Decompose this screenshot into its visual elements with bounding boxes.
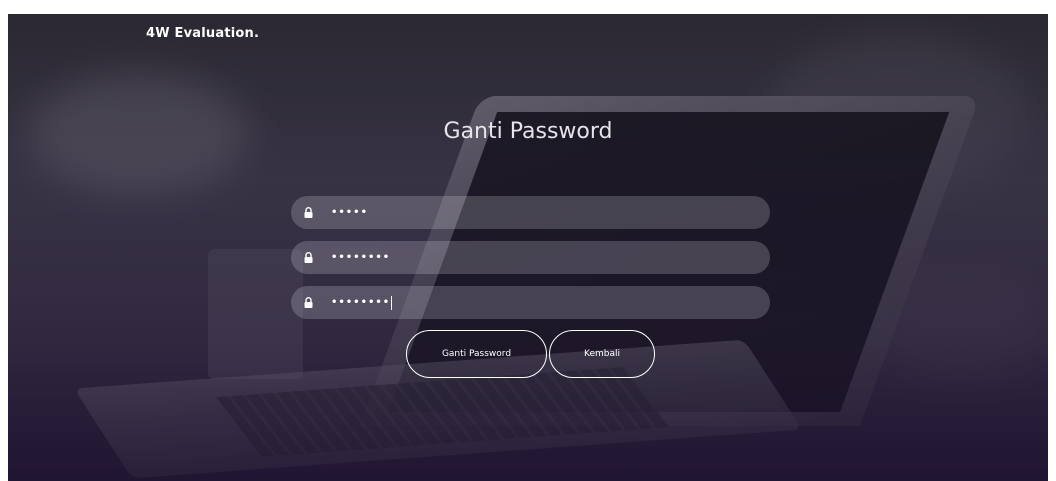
lock-icon xyxy=(301,251,315,265)
old-password-field[interactable]: ••••• xyxy=(291,196,770,229)
confirm-password-field[interactable]: •••••••• xyxy=(291,286,770,319)
new-password-field[interactable]: •••••••• xyxy=(291,241,770,274)
brand-logo[interactable]: 4W Evaluation. xyxy=(146,26,259,41)
password-value: •••••••• xyxy=(331,252,391,263)
lock-icon xyxy=(301,296,315,310)
page-title: Ganti Password xyxy=(443,119,613,144)
password-value: •••••••• xyxy=(331,297,391,308)
lock-icon xyxy=(301,206,315,220)
text-cursor xyxy=(391,295,393,310)
login-background: 4W Evaluation. Ganti Password ••••• ••••… xyxy=(8,14,1048,481)
password-value: ••••• xyxy=(331,207,368,218)
back-button[interactable]: Kembali xyxy=(549,330,655,378)
change-password-button[interactable]: Ganti Password xyxy=(406,330,547,378)
